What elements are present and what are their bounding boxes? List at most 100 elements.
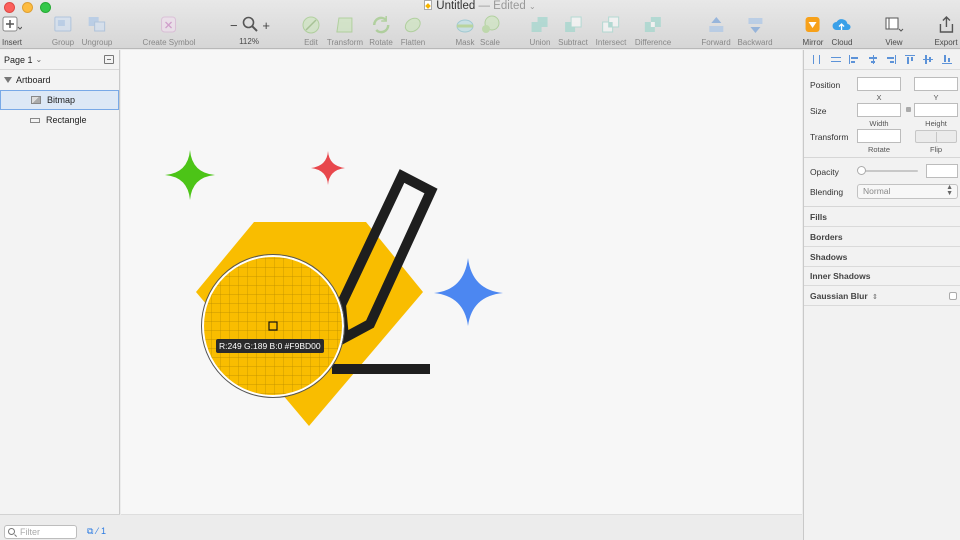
filter-placeholder: Filter <box>20 527 40 537</box>
group-icon <box>53 15 73 35</box>
green-star-shape <box>165 150 215 200</box>
filter-input[interactable]: Filter <box>4 525 77 539</box>
y-caption: Y <box>933 93 939 102</box>
distribute-vertical-icon[interactable] <box>830 55 841 64</box>
difference-icon <box>643 15 663 35</box>
canvas[interactable]: R:249 G:189 B:0 #F9BD00 <box>121 50 802 514</box>
fills-section[interactable]: Fills <box>804 207 960 227</box>
plus-icon <box>2 15 23 35</box>
opacity-slider-knob[interactable] <box>857 166 866 175</box>
backward-button[interactable]: Backward <box>737 15 773 47</box>
align-right-icon[interactable] <box>886 55 897 64</box>
bring-forward-icon <box>706 15 726 35</box>
flatten-button[interactable]: Flatten <box>401 15 425 47</box>
mirror-icon <box>803 15 823 35</box>
opacity-field[interactable] <box>926 164 958 178</box>
group-button[interactable]: Group <box>52 15 74 47</box>
align-left-icon[interactable] <box>849 55 859 64</box>
layer-label: Bitmap <box>47 95 76 105</box>
forward-button[interactable]: Forward <box>701 15 731 47</box>
rotate-icon <box>371 15 391 35</box>
magnifier-icon <box>242 16 258 35</box>
divider <box>804 157 960 158</box>
view-button[interactable]: View <box>884 15 904 47</box>
subtract-icon <box>563 15 583 35</box>
collapse-pages-icon[interactable] <box>104 55 114 64</box>
canvas-footer <box>121 514 802 540</box>
transform-label: Transform <box>810 132 849 142</box>
gaussian-blur-section[interactable]: Gaussian Blur ⇕ <box>804 286 960 306</box>
difference-button[interactable]: Difference <box>635 15 671 47</box>
blending-select[interactable]: Normal ▲ ▼ <box>857 184 958 199</box>
align-horizontal-center-icon[interactable] <box>868 55 878 64</box>
scale-button[interactable]: Scale <box>480 15 500 47</box>
align-vertical-center-icon[interactable] <box>923 55 934 64</box>
window-title[interactable]: Untitled — Edited ⌄ <box>0 0 960 13</box>
insert-button[interactable]: Insert <box>2 15 23 47</box>
flip-caption: Flip <box>929 145 943 154</box>
slice-filter-icon[interactable]: ⁄ <box>96 526 98 537</box>
position-label: Position <box>810 80 841 90</box>
intersect-button[interactable]: Intersect <box>596 15 626 47</box>
height-caption: Height <box>925 119 947 128</box>
width-field[interactable] <box>857 103 901 117</box>
x-caption: X <box>876 93 882 102</box>
mask-icon <box>455 15 475 35</box>
intersect-icon <box>601 15 621 35</box>
updown-chevron-icon: ▲ ▼ <box>946 184 953 197</box>
cloud-button[interactable]: Cloud <box>832 15 852 47</box>
transform-button[interactable]: Transform <box>327 15 363 47</box>
flip-buttons[interactable] <box>915 130 957 143</box>
opacity-label: Opacity <box>810 167 839 177</box>
transform-icon <box>335 15 355 35</box>
alignment-toolbar <box>804 50 960 70</box>
align-top-icon[interactable] <box>904 55 915 64</box>
symbol-icon <box>159 15 179 35</box>
subtract-button[interactable]: Subtract <box>558 15 588 47</box>
blending-label: Blending <box>810 187 844 197</box>
updown-chevron-icon[interactable]: ⇕ <box>872 294 878 301</box>
layer-artboard[interactable]: Artboard <box>0 70 119 90</box>
position-y-field[interactable] <box>914 77 958 91</box>
edit-button[interactable]: Edit <box>301 15 321 47</box>
opacity-slider[interactable] <box>858 170 918 172</box>
layer-label: Rectangle <box>46 115 87 125</box>
page-selector[interactable]: Page 1 ⌄ <box>0 50 119 70</box>
zoom-out-button[interactable]: − <box>230 18 238 33</box>
rotate-button[interactable]: Rotate <box>369 15 393 47</box>
layer-filter-buttons: ⧉ ⁄ 1 <box>87 526 106 537</box>
export-button[interactable]: Export <box>934 15 958 47</box>
color-readout: R:249 G:189 B:0 #F9BD00 <box>216 339 324 353</box>
zoom-in-button[interactable]: + <box>262 18 270 33</box>
mask-button[interactable]: Mask <box>455 15 475 47</box>
layer-label: Artboard <box>16 75 51 85</box>
rotate-field[interactable] <box>857 129 901 143</box>
shadows-section[interactable]: Shadows <box>804 247 960 267</box>
create-symbol-button[interactable]: Create Symbol <box>143 15 195 47</box>
gaussian-blur-checkbox[interactable] <box>949 292 957 300</box>
toolbar: Untitled — Edited ⌄ Insert Group Ungroup… <box>0 0 960 49</box>
position-x-field[interactable] <box>857 77 901 91</box>
zoom-level: 112% <box>239 37 259 46</box>
document-icon <box>424 0 433 10</box>
cloud-icon <box>832 15 852 35</box>
disclosure-triangle-icon[interactable] <box>4 77 12 83</box>
layer-rectangle[interactable]: Rectangle <box>0 110 119 130</box>
send-backward-icon <box>745 15 765 35</box>
layers-footer: Filter ⧉ ⁄ 1 <box>0 514 120 540</box>
layer-bitmap[interactable]: Bitmap <box>0 90 119 110</box>
align-bottom-icon[interactable] <box>941 55 952 64</box>
symbols-filter-icon[interactable]: ⧉ <box>87 526 93 537</box>
inner-shadows-section[interactable]: Inner Shadows <box>804 266 960 286</box>
flatten-icon <box>403 15 423 35</box>
edit-icon <box>301 15 321 35</box>
borders-section[interactable]: Borders <box>804 227 960 247</box>
union-button[interactable]: Union <box>530 15 550 47</box>
mirror-button[interactable]: Mirror <box>803 15 823 47</box>
lock-icon[interactable] <box>906 107 911 112</box>
distribute-horizontal-icon[interactable] <box>812 55 822 64</box>
document-name: Untitled <box>436 0 476 12</box>
zoom-controls: − + <box>230 16 270 35</box>
height-field[interactable] <box>914 103 958 117</box>
ungroup-button[interactable]: Ungroup <box>82 15 112 47</box>
